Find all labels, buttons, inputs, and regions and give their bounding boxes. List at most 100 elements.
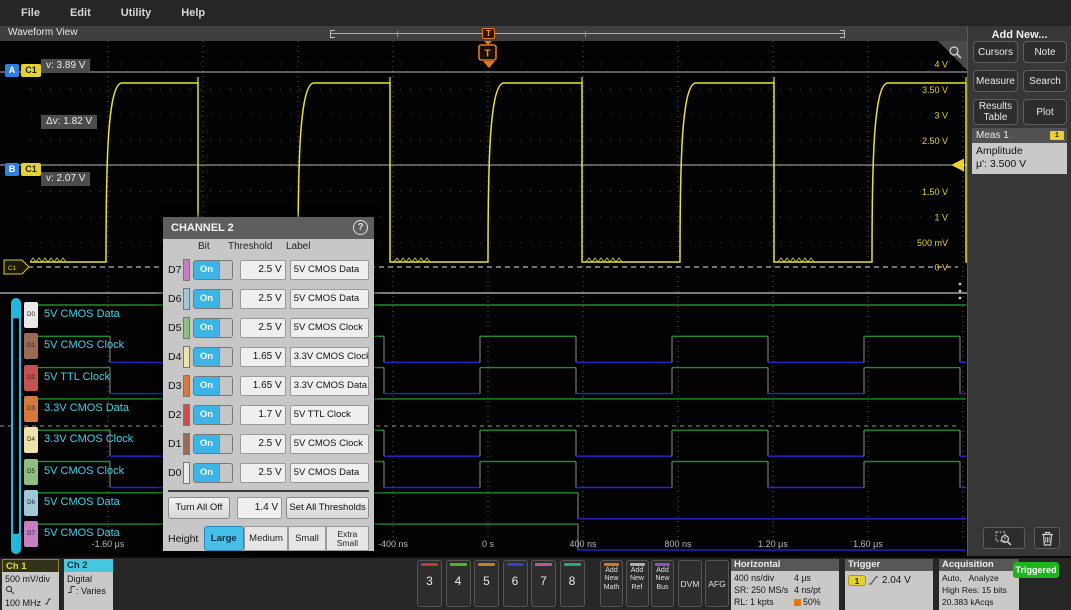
channel-chip-d5[interactable]: D5 <box>24 459 38 485</box>
height-large-button[interactable]: Large <box>204 526 244 551</box>
threshold-field-d5[interactable]: 2.5 V <box>240 318 286 338</box>
label-field-d7[interactable]: 5V CMOS Data <box>290 260 369 280</box>
channel-chip-d2[interactable]: D2 <box>24 365 38 391</box>
search-button[interactable]: Search <box>1023 70 1067 92</box>
threshold-field-d4[interactable]: 1.65 V <box>240 347 286 367</box>
channel-chip-d7[interactable]: D7 <box>24 521 38 547</box>
label-field-d4[interactable]: 3.3V CMOS Clock <box>290 347 369 367</box>
dialog-title: CHANNEL 2 <box>171 222 234 234</box>
afg-button[interactable]: AFG <box>705 560 729 607</box>
bit-toggle-d3[interactable]: On <box>193 376 233 396</box>
help-icon[interactable]: ? <box>353 220 368 235</box>
threshold-field-d7[interactable]: 2.5 V <box>240 260 286 280</box>
add-new-bus-button[interactable]: AddNewBus <box>651 560 674 607</box>
channel-6-button[interactable]: 6 <box>503 560 528 607</box>
results-table-button[interactable]: Results Table <box>973 99 1018 125</box>
threshold-field-d6[interactable]: 2.5 V <box>240 289 286 309</box>
cursor-b-badge[interactable]: B <box>5 163 19 176</box>
cursor-a-channel-tag[interactable]: C1 <box>21 64 41 77</box>
bit-color-chip <box>183 462 190 484</box>
channel-label-d2[interactable]: 5V TTL Clock <box>44 371 110 383</box>
digital-group-handle[interactable] <box>11 298 21 554</box>
threshold-field-d0[interactable]: 2.5 V <box>240 463 286 483</box>
bit-toggle-d4[interactable]: On <box>193 347 233 367</box>
cursor-a-badge[interactable]: A <box>5 64 19 77</box>
channel-label-d7[interactable]: 5V CMOS Data <box>44 527 120 539</box>
col-label: Label <box>286 241 310 252</box>
dialog-body: Bit Threshold Label D7On2.5 V5V CMOS Dat… <box>163 239 374 551</box>
label-field-d3[interactable]: 3.3V CMOS Data <box>290 376 369 396</box>
cursor-b-channel-tag[interactable]: C1 <box>21 163 41 176</box>
svg-text:400 ns: 400 ns <box>569 539 597 549</box>
note-button[interactable]: Note <box>1023 41 1067 63</box>
all-threshold-field[interactable]: 1.4 V <box>237 497 282 519</box>
channel-label-d0[interactable]: 5V CMOS Data <box>44 308 120 320</box>
bit-name: D4 <box>168 351 183 363</box>
overview-trigger-marker[interactable]: T <box>482 28 495 39</box>
bit-name: D1 <box>168 438 183 450</box>
bit-toggle-d5[interactable]: On <box>193 318 233 338</box>
menu-help[interactable]: Help <box>181 7 205 19</box>
label-field-d2[interactable]: 5V TTL Clock <box>290 405 369 425</box>
add-new-ref-button[interactable]: AddNewRef <box>626 560 649 607</box>
channel-label-d4[interactable]: 3.3V CMOS Clock <box>44 433 133 445</box>
meas1-source-badge: 1 <box>1050 131 1064 140</box>
channel-label-d5[interactable]: 5V CMOS Clock <box>44 465 124 477</box>
meas1-card[interactable]: Meas 1 1 Amplitude μ': 3.500 V <box>972 128 1067 174</box>
cursors-button[interactable]: Cursors <box>973 41 1018 63</box>
threshold-field-d2[interactable]: 1.7 V <box>240 405 286 425</box>
bit-toggle-d7[interactable]: On <box>193 260 233 280</box>
zoom-select-button[interactable] <box>983 527 1025 549</box>
label-field-d5[interactable]: 5V CMOS Clock <box>290 318 369 338</box>
label-field-d6[interactable]: 5V CMOS Data <box>290 289 369 309</box>
trash-button[interactable] <box>1034 527 1060 549</box>
channel-3-button[interactable]: 3 <box>417 560 442 607</box>
channel-chip-d0[interactable]: D0 <box>24 302 38 328</box>
cursor-b-readout: v: 2.07 V <box>41 172 90 186</box>
add-new-math-button[interactable]: AddNewMath <box>600 560 623 607</box>
height-small-button[interactable]: Small <box>288 526 326 551</box>
menu-file[interactable]: File <box>21 7 40 19</box>
channel-chip-d3[interactable]: D3 <box>24 396 38 422</box>
threshold-field-d1[interactable]: 2.5 V <box>240 434 286 454</box>
channel-chip-d4[interactable]: D4 <box>24 427 38 453</box>
menu-edit[interactable]: Edit <box>70 7 91 19</box>
zoom-select-icon <box>995 530 1013 546</box>
channel-4-button[interactable]: 4 <box>446 560 471 607</box>
ch2-badge[interactable]: Ch 2 Digital : Varies <box>64 559 113 610</box>
height-medium-button[interactable]: Medium <box>244 526 288 551</box>
set-all-thresholds-button[interactable]: Set All Thresholds <box>286 497 369 519</box>
dialog-title-bar[interactable]: CHANNEL 2 ? <box>163 217 374 239</box>
svg-text:500 mV: 500 mV <box>917 238 948 248</box>
height-extra-small-button[interactable]: Extra Small <box>326 526 369 551</box>
ch1-badge[interactable]: Ch 1 500 mV/div 100 MHz <box>2 559 59 610</box>
channel-label-d6[interactable]: 5V CMOS Data <box>44 496 120 508</box>
channel-chip-d1[interactable]: D1 <box>24 333 38 359</box>
svg-text:4 V: 4 V <box>934 60 948 70</box>
channel-label-d1[interactable]: 5V CMOS Clock <box>44 339 124 351</box>
label-field-d0[interactable]: 5V CMOS Data <box>290 463 369 483</box>
meas1-title: Meas 1 <box>976 130 1009 141</box>
channel-7-button[interactable]: 7 <box>531 560 556 607</box>
acquisition-panel[interactable]: Acquisition Auto, Analyze High Res: 15 b… <box>939 559 1019 610</box>
measure-button[interactable]: Measure <box>973 70 1018 92</box>
menu-utility[interactable]: Utility <box>121 7 152 19</box>
waveform-plot[interactable]: TC14 V3.50 V3 V2.50 V1.50 V1 V500 mV0 V-… <box>0 41 967 556</box>
bit-toggle-d2[interactable]: On <box>193 405 233 425</box>
channel-5-button[interactable]: 5 <box>474 560 499 607</box>
bit-toggle-d1[interactable]: On <box>193 434 233 454</box>
channel-chip-d6[interactable]: D6 <box>24 490 38 516</box>
turn-all-off-button[interactable]: Turn All Off <box>168 497 230 519</box>
threshold-field-d3[interactable]: 1.65 V <box>240 376 286 396</box>
label-field-d1[interactable]: 5V CMOS Clock <box>290 434 369 454</box>
plot-button[interactable]: Plot <box>1023 99 1067 125</box>
horizontal-panel[interactable]: Horizontal 400 ns/div4 μs SR: 250 MS/s4 … <box>731 559 839 610</box>
channel-label-d3[interactable]: 3.3V CMOS Data <box>44 402 129 414</box>
bit-toggle-d0[interactable]: On <box>193 463 233 483</box>
horizontal-overview-bar[interactable]: T <box>330 30 845 38</box>
trigger-panel[interactable]: Trigger 1 2.04 V <box>845 559 933 610</box>
bit-toggle-d6[interactable]: On <box>193 289 233 309</box>
dialog-row-d3: D3On1.65 V3.3V CMOS Data <box>168 371 369 400</box>
dvm-button[interactable]: DVM <box>678 560 702 607</box>
channel-8-button[interactable]: 8 <box>560 560 585 607</box>
